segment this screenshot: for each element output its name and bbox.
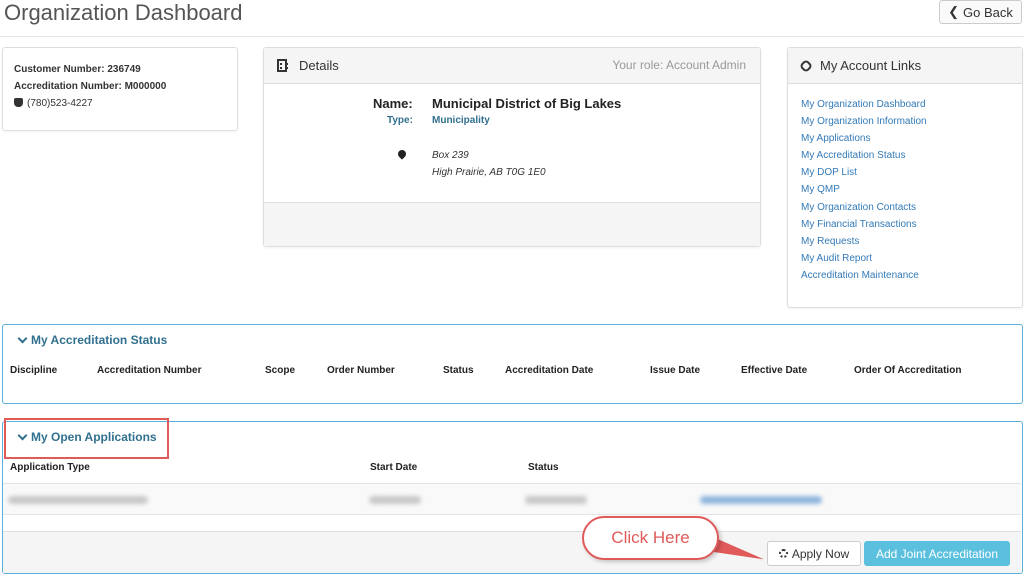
redacted-continue-link[interactable]: [700, 496, 822, 504]
link-icon: [798, 58, 814, 73]
phone-number: (780)523-4227: [27, 98, 93, 109]
name-label: Name:: [373, 96, 413, 111]
accreditation-number-row: Accreditation Number: M000000: [14, 78, 226, 95]
type-label: Type:: [387, 115, 413, 126]
chevron-down-icon: [17, 333, 28, 343]
organization-name: Municipal District of Big Lakes: [432, 96, 622, 111]
col-discipline: Discipline: [10, 365, 58, 376]
details-header: Details Your role: Account Admin: [264, 48, 760, 84]
accreditation-number-label: Accreditation Number:: [14, 81, 122, 92]
accreditation-status-title: My Accreditation Status: [31, 333, 168, 347]
apply-now-button[interactable]: Apply Now: [767, 541, 861, 566]
address-line-2: High Prairie, AB T0G 1E0: [432, 167, 546, 178]
link-dop-list[interactable]: My DOP List: [801, 164, 1009, 181]
link-accreditation-maintenance[interactable]: Accreditation Maintenance: [801, 267, 1009, 284]
customer-number: 236749: [107, 64, 141, 75]
col-issue-date: Issue Date: [650, 365, 701, 376]
col-accreditation-date: Accreditation Date: [505, 365, 594, 376]
accreditation-status-panel: My Accreditation Status Discipline Accre…: [2, 324, 1023, 404]
link-applications[interactable]: My Applications: [801, 130, 1009, 147]
apply-now-label: Apply Now: [791, 546, 850, 561]
details-title: Details: [299, 58, 339, 73]
phone-icon: [14, 98, 23, 107]
link-requests[interactable]: My Requests: [801, 233, 1009, 250]
col-order-number: Order Number: [327, 365, 395, 376]
customer-number-row: Customer Number: 236749: [14, 61, 226, 78]
click-here-callout: Click Here: [582, 516, 719, 560]
accreditation-number: M000000: [124, 81, 167, 92]
gear-icon: [778, 549, 788, 558]
accreditation-status-toggle[interactable]: My Accreditation Status: [17, 333, 168, 347]
role-text: Your role: Account Admin: [612, 58, 746, 72]
col-scope: Scope: [265, 365, 296, 376]
customer-number-label: Customer Number:: [14, 64, 105, 75]
link-accreditation-status[interactable]: My Accreditation Status: [801, 147, 1009, 164]
col-app-status: Status: [528, 462, 559, 473]
link-qmp[interactable]: My QMP: [801, 181, 1009, 198]
organization-type: Municipality: [432, 115, 490, 126]
col-application-type: Application Type: [10, 462, 90, 473]
account-links-header: My Account Links: [788, 48, 1022, 84]
link-organization-information[interactable]: My Organization Information: [801, 113, 1009, 130]
link-organization-dashboard[interactable]: My Organization Dashboard: [801, 96, 1009, 113]
redacted-status: [525, 496, 587, 504]
link-organization-contacts[interactable]: My Organization Contacts: [801, 199, 1009, 216]
building-icon: [277, 59, 288, 72]
redacted-application-type: [8, 496, 148, 504]
highlight-box: [4, 418, 169, 459]
details-card: Details Your role: Account Admin: [263, 47, 761, 247]
address-line-1: Box 239: [432, 150, 469, 161]
customer-card: Customer Number: 236749 Accreditation Nu…: [2, 47, 238, 131]
details-footer: [264, 202, 760, 246]
account-links-card: My Account Links My Organization Dashboa…: [787, 47, 1023, 308]
col-status: Status: [443, 365, 474, 376]
col-accreditation-number: Accreditation Number: [97, 365, 202, 376]
table-row[interactable]: [3, 483, 1021, 515]
link-financial-transactions[interactable]: My Financial Transactions: [801, 216, 1009, 233]
col-start-date: Start Date: [370, 462, 418, 473]
redacted-start-date: [369, 496, 421, 504]
add-joint-accreditation-button[interactable]: Add Joint Accreditation: [864, 541, 1010, 566]
col-effective-date: Effective Date: [741, 365, 808, 376]
phone-row: (780)523-4227: [14, 95, 226, 112]
go-back-button[interactable]: ❮ Go Back: [939, 0, 1022, 24]
col-order-of-accreditation: Order Of Accreditation: [854, 365, 962, 376]
account-links-title: My Account Links: [820, 58, 922, 73]
chevron-left-icon: ❮: [948, 4, 960, 19]
page-title: Organization Dashboard: [4, 0, 243, 25]
go-back-label: Go Back: [963, 4, 1013, 20]
title-divider: [0, 36, 1024, 37]
account-links-list: My Organization Dashboard My Organizatio…: [788, 84, 1022, 296]
link-audit-report[interactable]: My Audit Report: [801, 250, 1009, 267]
